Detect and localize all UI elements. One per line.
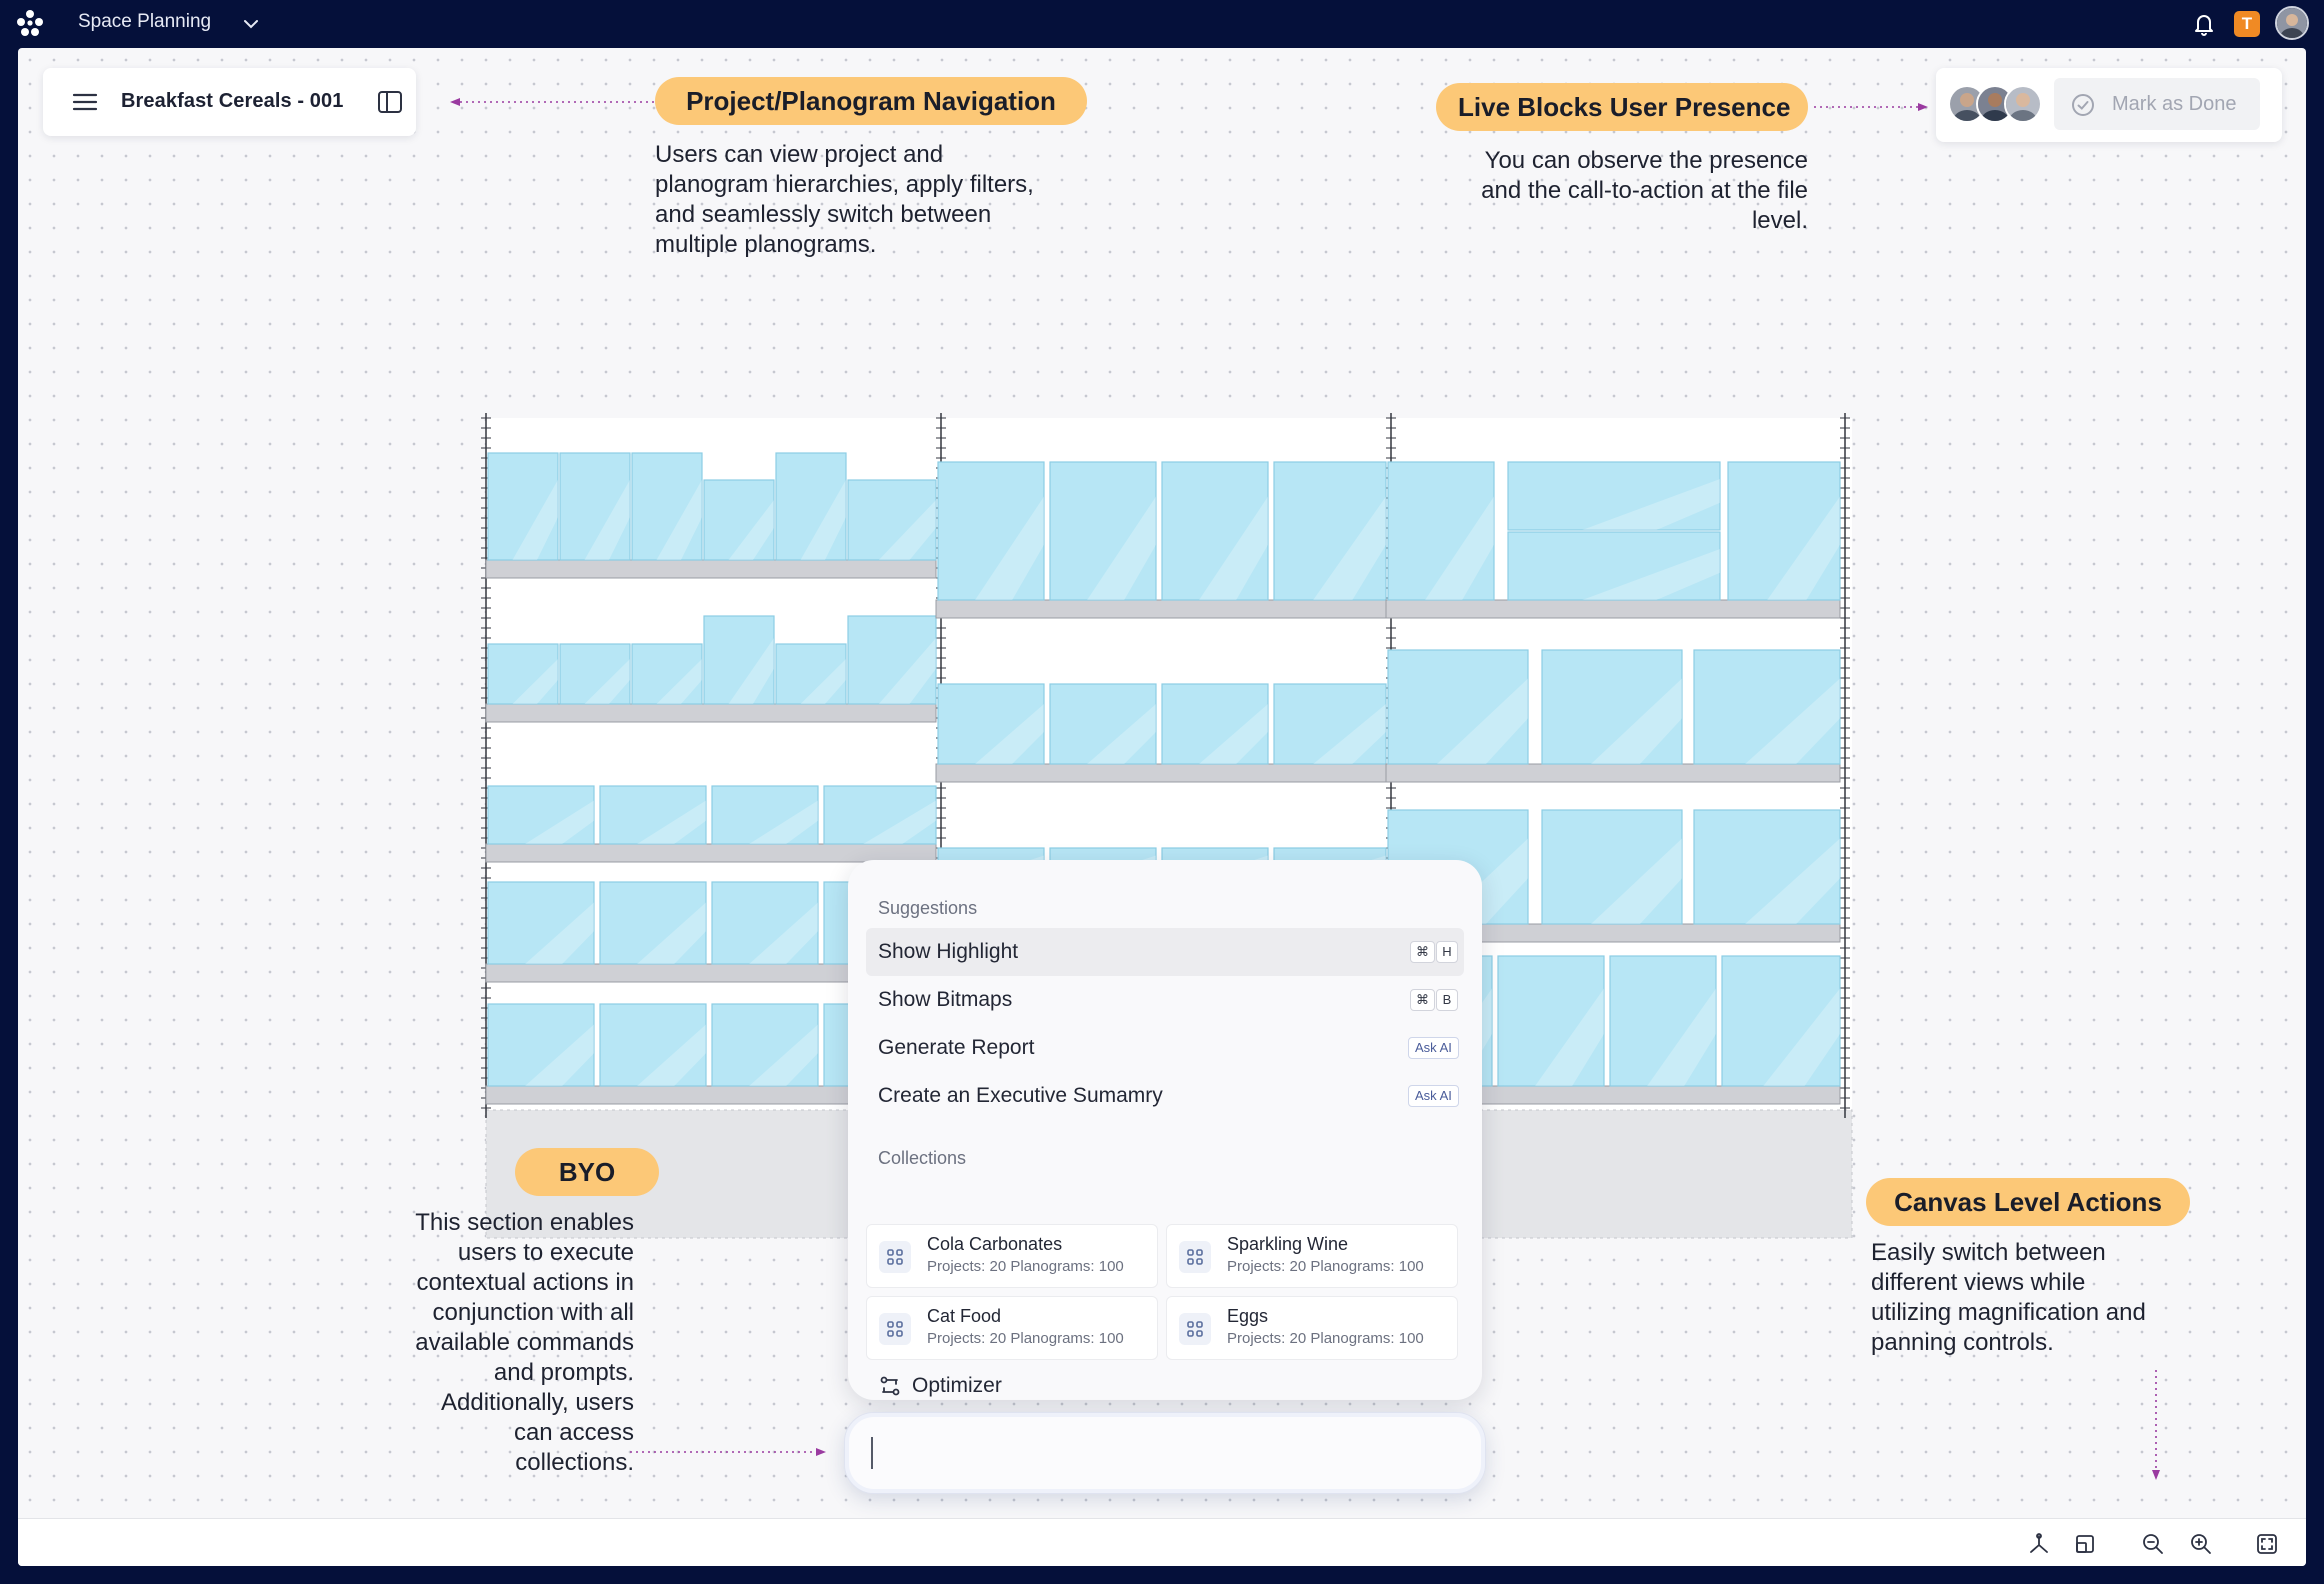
- shortcut-key: ⌘: [1410, 989, 1435, 1011]
- byo-arrow-head: [816, 1448, 826, 1456]
- grid-icon: [879, 1241, 911, 1273]
- canvas[interactable]: Breakfast Cereals - 001 Mark as Done Pro…: [18, 48, 2306, 1566]
- collection-stats: Projects: 20 Planograms: 100: [927, 1330, 1124, 1347]
- suggestion-label: Show Highlight: [878, 940, 1019, 963]
- shortcut-key: ⌘: [1410, 941, 1435, 963]
- optimizer-label: Optimizer: [912, 1374, 1002, 1397]
- canvas-action-bar: [18, 1518, 2306, 1566]
- collection-stats: Projects: 20 Planograms: 100: [1227, 1330, 1424, 1347]
- presence-arrow-head: [1918, 103, 1928, 111]
- user-initial-badge[interactable]: T: [2234, 11, 2260, 37]
- suggestion-generate-report[interactable]: Generate Report Ask AI: [866, 1024, 1464, 1072]
- shortcut-key: B: [1436, 989, 1458, 1011]
- app-title: Space Planning: [78, 11, 212, 32]
- app-logo-icon[interactable]: [16, 9, 44, 37]
- collection-card[interactable]: Sparkling Wine Projects: 20 Planograms: …: [1166, 1224, 1458, 1288]
- zoom-out-icon[interactable]: [2140, 1531, 2166, 1557]
- collection-card[interactable]: Cola Carbonates Projects: 20 Planograms:…: [866, 1224, 1158, 1288]
- text-cursor: [871, 1437, 873, 1469]
- suggestion-executive-summary[interactable]: Create an Executive Sumamry Ask AI: [866, 1072, 1464, 1120]
- prompt-input[interactable]: [844, 1412, 1486, 1494]
- collection-stats: Projects: 20 Planograms: 100: [927, 1258, 1124, 1275]
- collection-name: Sparkling Wine: [1227, 1234, 1349, 1254]
- collection-card[interactable]: Eggs Projects: 20 Planograms: 100: [1166, 1296, 1458, 1360]
- zoom-in-icon[interactable]: [2188, 1531, 2214, 1557]
- layers-icon[interactable]: [2072, 1531, 2098, 1557]
- grid-icon: [879, 1313, 911, 1345]
- suggestions-heading: Suggestions: [878, 898, 978, 918]
- grid-icon: [1179, 1241, 1211, 1273]
- fit-screen-icon[interactable]: [2254, 1531, 2280, 1557]
- optimizer-item[interactable]: Optimizer: [866, 1362, 1464, 1400]
- shortcut-key: H: [1436, 941, 1458, 963]
- user-avatar-icon: [2277, 8, 2307, 38]
- bell-icon[interactable]: [2192, 11, 2216, 37]
- canvas-arrow-head: [2152, 1470, 2160, 1480]
- collection-stats: Projects: 20 Planograms: 100: [1227, 1258, 1424, 1275]
- suggestion-label: Create an Executive Sumamry: [878, 1084, 1163, 1107]
- collection-name: Cola Carbonates: [927, 1234, 1063, 1254]
- collection-card[interactable]: Cat Food Projects: 20 Planograms: 100: [866, 1296, 1158, 1360]
- chevron-down-icon[interactable]: [240, 13, 262, 35]
- collections-heading: Collections: [878, 1148, 967, 1168]
- grid-icon: [1179, 1313, 1211, 1345]
- ask-ai-badge: Ask AI: [1408, 1037, 1459, 1059]
- collection-name: Cat Food: [927, 1306, 1002, 1326]
- avatar[interactable]: [2275, 6, 2309, 40]
- nav-arrow-head: [450, 98, 460, 106]
- optimizer-icon: [880, 1376, 900, 1396]
- top-bar: Space Planning T: [0, 0, 2324, 46]
- share-nodes-icon[interactable]: [2026, 1531, 2052, 1557]
- suggestion-label: Show Bitmaps: [878, 988, 1013, 1011]
- command-palette: Suggestions Show Highlight ⌘ H Show Bitm…: [848, 860, 1482, 1400]
- suggestion-show-bitmaps[interactable]: Show Bitmaps ⌘ B: [866, 976, 1464, 1024]
- suggestion-label: Generate Report: [878, 1036, 1035, 1059]
- collection-name: Eggs: [1227, 1306, 1269, 1326]
- ask-ai-badge: Ask AI: [1408, 1085, 1459, 1107]
- suggestion-show-highlight[interactable]: Show Highlight ⌘ H: [866, 928, 1464, 976]
